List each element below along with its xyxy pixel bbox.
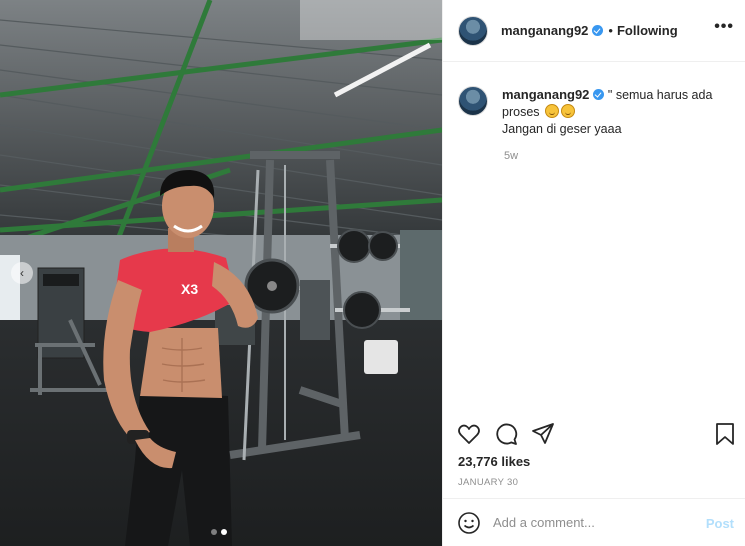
comments-area bbox=[458, 185, 733, 405]
caption-text: manganang92 " semua harus ada proses Jan… bbox=[502, 86, 733, 138]
blush-emoji-icon bbox=[561, 104, 576, 118]
caption-username-link[interactable]: manganang92 bbox=[502, 87, 589, 102]
caption-avatar[interactable] bbox=[458, 86, 488, 116]
gym-photo-image: X3 bbox=[0, 0, 442, 546]
post-caption: manganang92 " semua harus ada proses Jan… bbox=[458, 86, 733, 138]
avatar[interactable] bbox=[458, 15, 488, 46]
post-comment-button[interactable]: Post bbox=[706, 516, 734, 531]
post-header: manganang92 • Following ••• bbox=[443, 0, 745, 62]
shirt-print: X3 bbox=[181, 281, 198, 297]
comment-icon[interactable] bbox=[494, 422, 518, 446]
post-sidebar: manganang92 • Following ••• manganang92 … bbox=[442, 0, 745, 546]
post-date[interactable]: JANUARY 30 bbox=[458, 477, 518, 488]
verified-icon bbox=[592, 25, 604, 36]
carousel-prev-button[interactable]: ‹ bbox=[11, 262, 33, 284]
post-photo[interactable]: X3 ‹ bbox=[0, 0, 442, 546]
action-bar bbox=[457, 422, 737, 448]
share-icon[interactable] bbox=[531, 422, 555, 446]
caption-line-2: Jangan di geser yaaa bbox=[502, 122, 622, 136]
carousel-dot bbox=[211, 529, 217, 535]
carousel-dot-active bbox=[221, 529, 227, 535]
more-options-icon[interactable]: ••• bbox=[714, 19, 734, 35]
bookmark-icon[interactable] bbox=[713, 422, 737, 446]
caption-timestamp[interactable]: 5w bbox=[504, 150, 518, 162]
blush-emoji-icon bbox=[545, 104, 560, 118]
add-comment-bar: Post bbox=[443, 498, 745, 546]
header-separator: • bbox=[608, 23, 613, 38]
username-link[interactable]: manganang92 bbox=[501, 23, 588, 38]
emoji-icon[interactable] bbox=[457, 511, 481, 535]
likes-count[interactable]: 23,776 likes bbox=[458, 454, 530, 469]
chevron-left-icon: ‹ bbox=[20, 266, 24, 280]
following-button[interactable]: Following bbox=[617, 23, 678, 38]
carousel-indicator bbox=[211, 529, 227, 535]
verified-icon bbox=[593, 89, 605, 100]
comment-input[interactable] bbox=[493, 515, 693, 530]
heart-icon[interactable] bbox=[457, 422, 481, 446]
